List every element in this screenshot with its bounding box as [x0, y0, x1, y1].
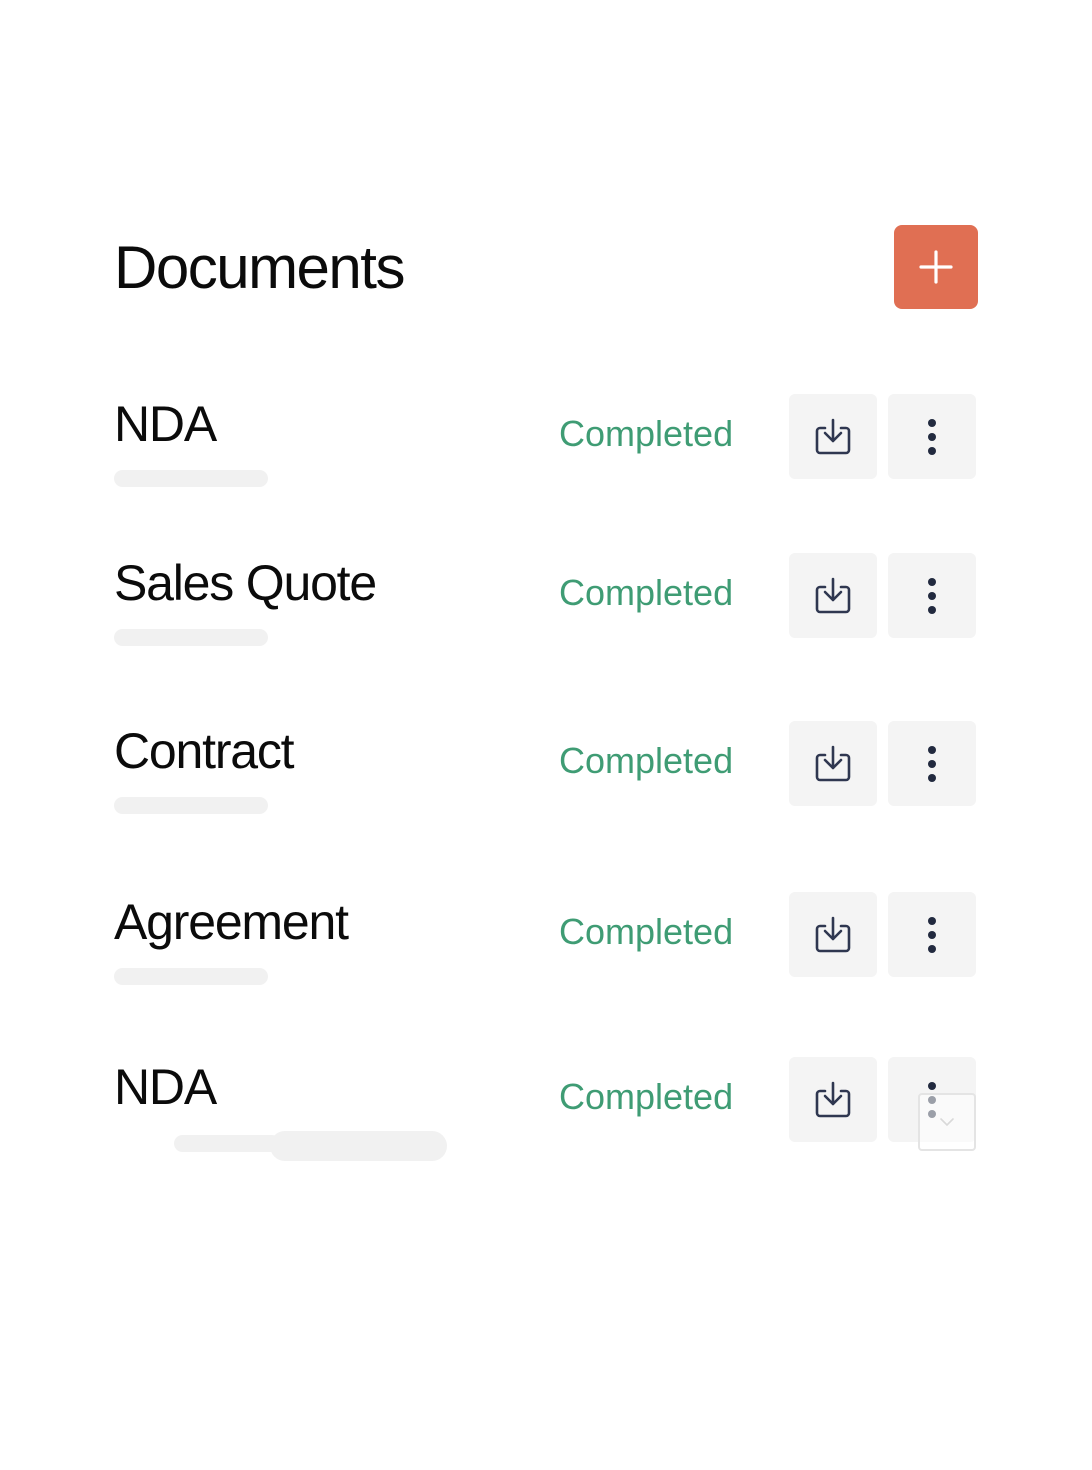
download-icon	[811, 574, 855, 618]
page-title: Documents	[114, 234, 405, 301]
more-options-button[interactable]	[888, 553, 976, 638]
document-title: Agreement	[114, 894, 349, 950]
download-icon	[811, 742, 855, 786]
download-button[interactable]	[789, 394, 877, 479]
more-options-button[interactable]	[888, 721, 976, 806]
document-row[interactable]: NDA Completed	[0, 394, 1092, 494]
download-icon	[811, 415, 855, 459]
document-row[interactable]: Contract Completed	[0, 721, 1092, 821]
document-subtitle-placeholder	[114, 470, 268, 487]
download-icon	[811, 1078, 855, 1122]
document-row[interactable]: Sales Quote Completed	[0, 553, 1092, 653]
document-title: NDA	[114, 1059, 217, 1115]
plus-icon	[918, 249, 954, 285]
status-label: Completed	[559, 911, 734, 952]
download-button[interactable]	[789, 1057, 877, 1142]
document-title: Contract	[114, 723, 295, 779]
download-icon	[811, 913, 855, 957]
status-label: Completed	[559, 1076, 734, 1117]
more-options-button[interactable]	[888, 394, 976, 479]
more-options-button[interactable]	[888, 892, 976, 977]
document-subtitle-placeholder	[114, 797, 268, 814]
document-title: Sales Quote	[114, 555, 377, 611]
status-label: Completed	[559, 740, 734, 781]
more-vertical-icon	[926, 576, 938, 616]
chevron-down-icon	[939, 1117, 955, 1127]
add-document-button[interactable]	[894, 225, 978, 309]
document-row[interactable]: NDA Completed	[0, 1057, 1092, 1161]
more-vertical-icon	[926, 915, 938, 955]
more-vertical-icon	[926, 744, 938, 784]
document-row[interactable]: Agreement Completed	[0, 892, 1092, 992]
document-title: NDA	[114, 396, 217, 452]
status-label: Completed	[559, 572, 734, 613]
download-button[interactable]	[789, 553, 877, 638]
download-button[interactable]	[789, 721, 877, 806]
dragging-subtitle-placeholder	[270, 1131, 447, 1161]
document-subtitle-placeholder	[114, 629, 268, 646]
drag-ghost-box[interactable]	[918, 1093, 976, 1151]
document-subtitle-placeholder	[174, 1135, 280, 1152]
more-vertical-icon	[926, 417, 938, 457]
status-label: Completed	[559, 413, 734, 454]
download-button[interactable]	[789, 892, 877, 977]
document-subtitle-placeholder	[114, 968, 268, 985]
